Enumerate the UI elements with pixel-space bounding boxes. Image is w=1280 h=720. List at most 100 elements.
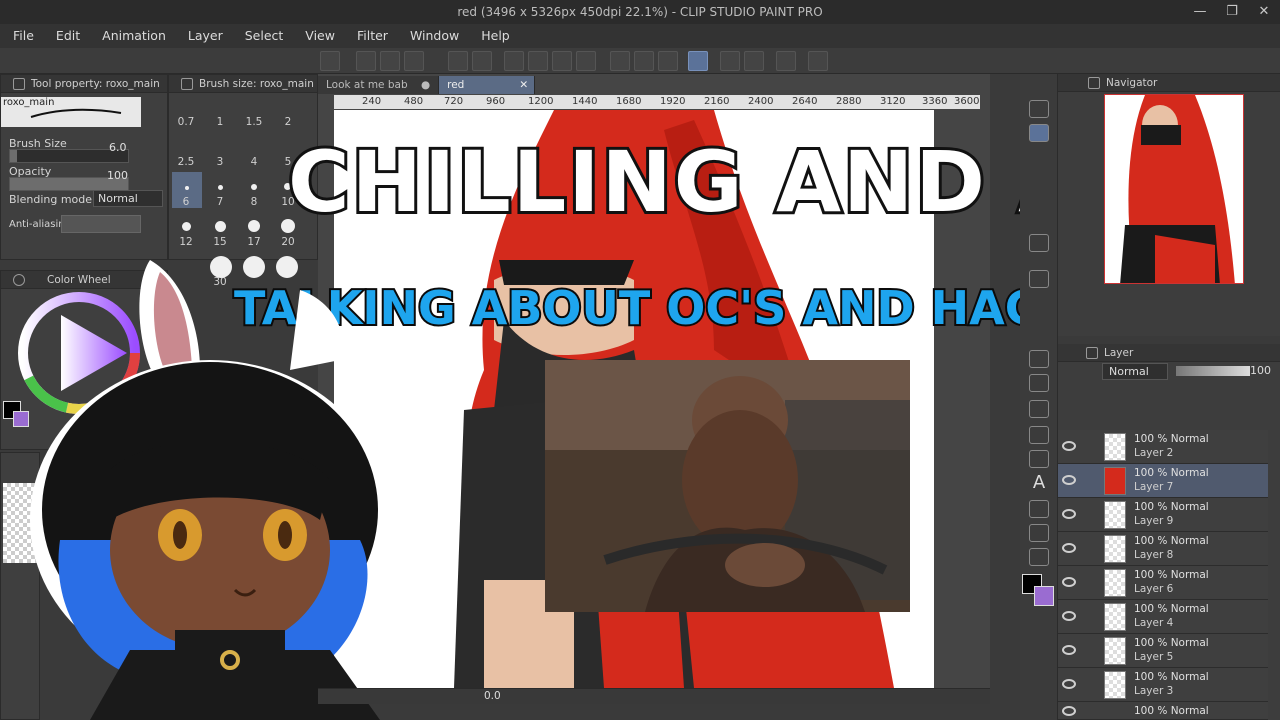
ruler-tick: 1440 <box>572 96 598 107</box>
size-preset[interactable]: 7 <box>204 196 236 208</box>
3d-tool-icon[interactable] <box>1029 234 1049 252</box>
antialias-options[interactable] <box>61 215 141 233</box>
undo-icon[interactable] <box>448 51 468 71</box>
layer-row[interactable]: 100 % Normal <box>1058 702 1268 720</box>
visibility-eye-icon[interactable] <box>1062 543 1076 553</box>
visibility-eye-icon[interactable] <box>1062 441 1076 451</box>
menu-layer[interactable]: Layer <box>175 24 232 48</box>
size-preset[interactable]: 4 <box>238 156 270 168</box>
logo-icon[interactable] <box>320 51 340 71</box>
blending-mode-select[interactable]: Normal <box>93 190 163 207</box>
save-icon[interactable] <box>404 51 424 71</box>
fill-icon[interactable] <box>552 51 572 71</box>
maximize-button[interactable]: ❐ <box>1216 0 1248 24</box>
frame-tool-icon[interactable] <box>1029 426 1049 444</box>
layer-opacity-slider[interactable] <box>1176 366 1250 376</box>
open-file-icon[interactable] <box>380 51 400 71</box>
close-button[interactable]: ✕ <box>1248 0 1280 24</box>
lasso-tool-icon[interactable] <box>1029 450 1049 468</box>
menu-select[interactable]: Select <box>232 24 293 48</box>
operation-tool-icon[interactable] <box>1029 400 1049 418</box>
layer-mode: 100 % Normal <box>1134 671 1209 683</box>
tab-close-icon[interactable]: ✕ <box>519 76 528 94</box>
size-preset[interactable]: 1.5 <box>238 116 270 128</box>
visibility-eye-icon[interactable] <box>1062 706 1076 716</box>
layer-row[interactable]: 100 % Normal Layer 4 <box>1058 600 1268 634</box>
zoom-value[interactable]: 0.0 <box>484 690 501 702</box>
layer-row[interactable]: 100 % Normal Layer 2 <box>1058 430 1268 464</box>
layer-row[interactable]: 100 % Normal Layer 9 <box>1058 498 1268 532</box>
menu-edit[interactable]: Edit <box>43 24 89 48</box>
snap-grid-icon[interactable] <box>744 51 764 71</box>
menu-help[interactable]: Help <box>468 24 519 48</box>
visibility-eye-icon[interactable] <box>1062 645 1076 655</box>
layer-thumbnail <box>1104 603 1126 631</box>
menu-window[interactable]: Window <box>397 24 468 48</box>
size-preset[interactable]: 15 <box>204 236 236 248</box>
minimize-button[interactable]: — <box>1184 0 1216 24</box>
layer-name: Layer 9 <box>1134 515 1174 527</box>
visibility-eye-icon[interactable] <box>1062 611 1076 621</box>
size-preset[interactable]: 2 <box>272 116 304 128</box>
brush-tool-icon[interactable] <box>1029 124 1049 142</box>
size-preset[interactable]: 20 <box>272 236 304 248</box>
brush-preview[interactable]: roxo_main <box>1 97 141 127</box>
size-preset[interactable]: 6 <box>170 196 202 208</box>
visibility-eye-icon[interactable] <box>1062 577 1076 587</box>
reference-photo <box>545 360 910 612</box>
size-preset[interactable]: 3 <box>204 156 236 168</box>
ruler-tick: 1680 <box>616 96 642 107</box>
ruler-tick: 3600 <box>954 96 980 107</box>
smartphone-icon[interactable] <box>776 51 796 71</box>
clear-icon[interactable] <box>504 51 524 71</box>
size-preset[interactable]: 12 <box>170 236 202 248</box>
correct-line-tool-icon[interactable] <box>1029 548 1049 566</box>
layer-header: Layer <box>1058 344 1280 362</box>
transform-icon[interactable] <box>576 51 596 71</box>
sub-color-icon[interactable] <box>1034 586 1054 606</box>
size-preset[interactable]: 1 <box>204 116 236 128</box>
size-dot <box>215 221 226 232</box>
menu-animation[interactable]: Animation <box>89 24 175 48</box>
tab-red[interactable]: red ✕ <box>439 76 536 94</box>
layer-row[interactable]: 100 % Normal Layer 6 <box>1058 566 1268 600</box>
tab-modified-dot-icon: ● <box>420 79 431 91</box>
figure-tool-icon[interactable] <box>1029 270 1049 288</box>
selection-launcher-icon[interactable] <box>658 51 678 71</box>
size-dot <box>248 220 260 232</box>
size-preset[interactable]: 17 <box>238 236 270 248</box>
tab-look-at-me[interactable]: Look at me bab ● <box>318 76 440 94</box>
size-preset[interactable]: 0.7 <box>170 116 202 128</box>
pen-tool-icon[interactable] <box>1029 100 1049 118</box>
layer-row[interactable]: 100 % Normal Layer 5 <box>1058 634 1268 668</box>
clear-outside-icon[interactable] <box>528 51 548 71</box>
visibility-eye-icon[interactable] <box>1062 679 1076 689</box>
layer-row[interactable]: 100 % Normal Layer 8 <box>1058 532 1268 566</box>
menu-filter[interactable]: Filter <box>344 24 397 48</box>
text-tool-icon[interactable]: A <box>1029 474 1049 492</box>
layer-blend-select[interactable]: Normal <box>1102 363 1168 380</box>
fill-tool-icon[interactable] <box>1029 374 1049 392</box>
layer-thumbnail <box>1104 569 1126 597</box>
blend-tool-icon[interactable] <box>1029 500 1049 518</box>
invert-selection-icon[interactable] <box>634 51 654 71</box>
help-icon[interactable] <box>808 51 828 71</box>
ruler-tick: 3360 <box>922 96 948 107</box>
gradient-tool-icon[interactable] <box>1029 350 1049 368</box>
visibility-eye-icon[interactable] <box>1062 509 1076 519</box>
snap-ruler-icon[interactable] <box>688 51 708 71</box>
navigator-thumbnail[interactable] <box>1104 94 1244 284</box>
visibility-eye-icon[interactable] <box>1062 475 1076 485</box>
eyedropper-tool-icon[interactable] <box>1029 524 1049 542</box>
new-file-icon[interactable] <box>356 51 376 71</box>
size-preset[interactable]: 2.5 <box>170 156 202 168</box>
layer-row-selected[interactable]: 100 % Normal Layer 7 <box>1058 464 1268 498</box>
snap-special-ruler-icon[interactable] <box>720 51 740 71</box>
deselect-icon[interactable] <box>610 51 630 71</box>
menu-view[interactable]: View <box>292 24 344 48</box>
layer-row[interactable]: 100 % Normal Layer 3 <box>1058 668 1268 702</box>
size-preset[interactable]: 8 <box>238 196 270 208</box>
menu-file[interactable]: File <box>0 24 43 48</box>
redo-icon[interactable] <box>472 51 492 71</box>
layer-thumbnail <box>1104 501 1126 529</box>
